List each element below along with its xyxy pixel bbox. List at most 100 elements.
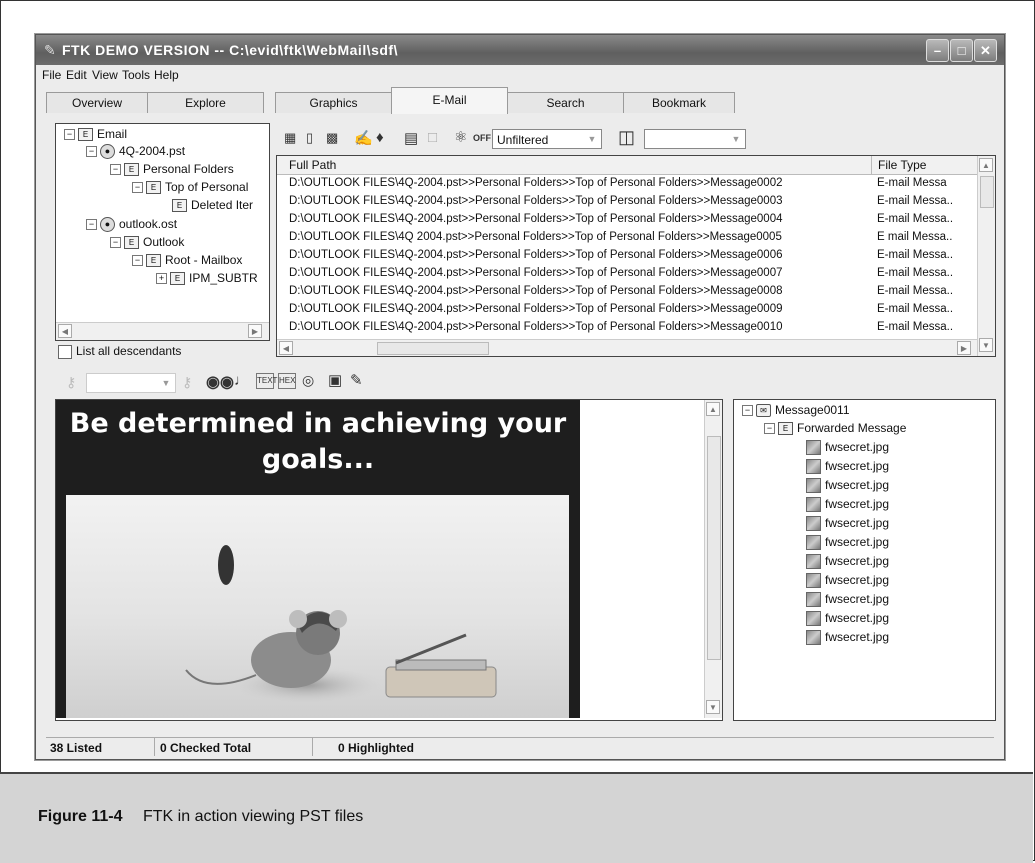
attachment-item[interactable]: fwsecret.jpg xyxy=(806,477,889,494)
attachment-item[interactable]: fwsecret.jpg xyxy=(806,629,889,646)
tab-bookmark[interactable]: Bookmark xyxy=(623,92,735,113)
bookmark-icon[interactable]: ✍ xyxy=(354,129,373,147)
maximize-button[interactable]: □ xyxy=(950,39,973,62)
file-list-vertical-scrollbar[interactable]: ▲ ▼ xyxy=(977,156,995,356)
scroll-up-icon[interactable]: ▲ xyxy=(706,402,720,416)
table-row[interactable]: D:\OUTLOOK FILES\4Q-2004.pst>>Personal F… xyxy=(277,301,977,317)
menu-view[interactable]: View xyxy=(92,68,118,82)
minimize-button[interactable]: – xyxy=(926,39,949,62)
chevron-down-icon[interactable]: ▼ xyxy=(729,132,743,146)
copy-icon[interactable]: □ xyxy=(428,129,437,146)
table-row[interactable]: D:\OUTLOOK FILES\4Q-2004.pst>>Personal F… xyxy=(277,193,977,209)
picture-icon[interactable]: ▣ xyxy=(328,371,342,389)
text-view-icon[interactable]: TEXT xyxy=(256,373,277,389)
attachment-item[interactable]: fwsecret.jpg xyxy=(806,553,889,570)
menu-file[interactable]: File xyxy=(42,68,61,82)
tree-horizontal-scrollbar[interactable]: ◀ ▶ xyxy=(56,322,269,340)
tag-icon[interactable]: ♦ xyxy=(376,129,384,146)
list-descendants-checkbox[interactable] xyxy=(58,344,72,359)
tree-node-root-mailbox[interactable]: − E Root - Mailbox xyxy=(132,252,242,268)
scroll-thumb[interactable] xyxy=(377,342,489,355)
filter-icon[interactable]: ⚛ xyxy=(454,128,467,146)
collapse-icon[interactable]: − xyxy=(110,237,121,249)
column-header-file-type[interactable]: File Type xyxy=(871,156,972,174)
tree-node-personal-folders[interactable]: − E Personal Folders xyxy=(110,161,234,177)
eye-icon[interactable]: ◎ xyxy=(302,372,314,389)
find-next-icon[interactable]: ⚷ xyxy=(182,374,192,391)
column-settings-icon[interactable]: ◫ xyxy=(618,127,635,148)
attachment-item[interactable]: fwsecret.jpg xyxy=(806,458,889,475)
table-row[interactable]: D:\OUTLOOK FILES\4Q-2004.pst>>Personal F… xyxy=(277,211,977,227)
find-icon[interactable]: ⚷ xyxy=(66,374,76,391)
tab-explore[interactable]: Explore xyxy=(147,92,264,113)
collapse-icon[interactable]: − xyxy=(132,182,143,194)
check-all-icon[interactable]: ▦ xyxy=(284,130,296,146)
scroll-left-icon[interactable]: ◀ xyxy=(58,324,72,338)
tree-node-ipm-subtree[interactable]: + E IPM_SUBTR xyxy=(156,270,258,286)
attachment-item[interactable]: fwsecret.jpg xyxy=(806,534,889,551)
file-list-horizontal-scrollbar[interactable]: ◀ ▶ xyxy=(277,339,977,356)
scroll-thumb[interactable] xyxy=(980,176,994,208)
viewer-glasses-icon[interactable]: ◉◉ xyxy=(206,372,234,392)
scroll-left-icon[interactable]: ◀ xyxy=(279,341,293,355)
find-select[interactable]: ▼ xyxy=(86,373,176,393)
check-grid-icon[interactable]: ▩ xyxy=(326,130,338,146)
column-header-full-path[interactable]: Full Path xyxy=(289,156,336,174)
uncheck-icon[interactable]: ▯ xyxy=(306,130,313,146)
collapse-icon[interactable]: − xyxy=(64,129,75,141)
attachment-item[interactable]: fwsecret.jpg xyxy=(806,610,889,627)
tree-node-forwarded-message[interactable]: − E Forwarded Message xyxy=(764,420,906,436)
collapse-icon[interactable]: − xyxy=(764,423,775,435)
jpg-file-icon xyxy=(806,592,821,608)
edit-note-icon[interactable]: ✎ xyxy=(350,371,363,389)
attachment-item[interactable]: fwsecret.jpg xyxy=(806,515,889,532)
filter-select[interactable]: Unfiltered ▼ xyxy=(492,129,602,149)
scroll-down-icon[interactable]: ▼ xyxy=(979,338,993,352)
tree-node-top-of-personal[interactable]: − E Top of Personal xyxy=(132,179,248,195)
viewer-filter-icon[interactable]: ♩ xyxy=(234,372,249,389)
scroll-down-icon[interactable]: ▼ xyxy=(706,700,720,714)
expand-icon[interactable]: + xyxy=(156,273,167,285)
menu-edit[interactable]: Edit xyxy=(66,68,87,82)
table-row[interactable]: D:\OUTLOOK FILES\4Q-2004.pst>>Personal F… xyxy=(277,319,977,335)
tab-email[interactable]: E-Mail xyxy=(391,87,508,114)
attachment-item[interactable]: fwsecret.jpg xyxy=(806,591,889,608)
table-row[interactable]: D:\OUTLOOK FILES\4Q-2004.pst>>Personal F… xyxy=(277,283,977,299)
photo-illustration xyxy=(185,545,497,705)
scroll-right-icon[interactable]: ▶ xyxy=(248,324,262,338)
tree-node-email[interactable]: − E Email xyxy=(64,126,127,142)
close-button[interactable]: ✕ xyxy=(974,39,997,62)
tab-search[interactable]: Search xyxy=(507,92,624,113)
table-row[interactable]: D:\OUTLOOK FILES\4Q-2004.pst>>Personal F… xyxy=(277,247,977,263)
tab-overview[interactable]: Overview xyxy=(46,92,148,113)
collapse-icon[interactable]: − xyxy=(742,405,753,417)
menu-help[interactable]: Help xyxy=(154,68,179,82)
attachment-item[interactable]: fwsecret.jpg xyxy=(806,572,889,589)
attachment-item[interactable]: fwsecret.jpg xyxy=(806,496,889,513)
table-row[interactable]: D:\OUTLOOK FILES\4Q-2004.pst>>Personal F… xyxy=(277,265,977,281)
list-all-descendants[interactable]: List all descendants xyxy=(58,343,181,359)
scroll-thumb[interactable] xyxy=(707,436,721,660)
menu-tools[interactable]: Tools xyxy=(122,68,150,82)
viewer-vertical-scrollbar[interactable]: ▲ ▼ xyxy=(704,400,722,718)
export-icon[interactable]: ▤ xyxy=(404,129,418,147)
chevron-down-icon[interactable]: ▼ xyxy=(585,132,599,146)
chevron-down-icon[interactable]: ▼ xyxy=(159,376,173,390)
tree-node-outlook-ost[interactable]: − ● outlook.ost xyxy=(86,216,177,233)
hex-view-icon[interactable]: HEX xyxy=(278,373,296,389)
scroll-up-icon[interactable]: ▲ xyxy=(979,158,993,172)
collapse-icon[interactable]: − xyxy=(86,219,97,231)
tree-node-4q-2004-pst[interactable]: − ● 4Q-2004.pst xyxy=(86,143,185,160)
attachment-item[interactable]: fwsecret.jpg xyxy=(806,439,889,456)
scroll-right-icon[interactable]: ▶ xyxy=(957,341,971,355)
column-select[interactable]: ▼ xyxy=(644,129,746,149)
collapse-icon[interactable]: − xyxy=(132,255,143,267)
tab-graphics[interactable]: Graphics xyxy=(275,92,392,113)
collapse-icon[interactable]: − xyxy=(86,146,97,158)
table-row[interactable]: D:\OUTLOOK FILES\4Q-2004.pst>>Personal F… xyxy=(277,175,977,191)
tree-node-message[interactable]: − ✉ Message0011 xyxy=(742,402,850,418)
tree-node-outlook[interactable]: − E Outlook xyxy=(110,234,184,250)
table-row[interactable]: D:\OUTLOOK FILES\4Q 2004.pst>>Personal F… xyxy=(277,229,977,245)
tree-node-deleted-items[interactable]: E Deleted Iter xyxy=(172,197,253,213)
collapse-icon[interactable]: − xyxy=(110,164,121,176)
